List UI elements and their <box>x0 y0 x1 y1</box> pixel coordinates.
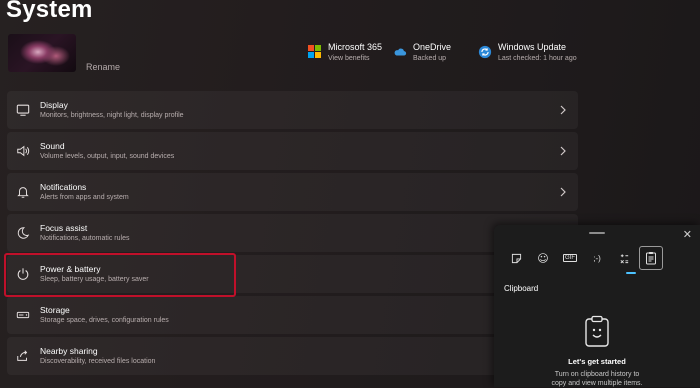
description-line: Turn on clipboard history to <box>554 371 640 378</box>
settings-item-display[interactable]: Display Monitors, brightness, night ligh… <box>7 91 578 129</box>
emoji-icon: ☺ <box>537 251 549 265</box>
settings-item-title: Storage <box>40 304 70 315</box>
tab-stickers[interactable] <box>504 246 528 270</box>
rename-link[interactable]: Rename <box>86 62 120 72</box>
windows-update-icon <box>478 45 492 59</box>
status-subtitle: Backed up <box>413 55 447 62</box>
moon-icon <box>17 227 30 239</box>
empty-state-heading: Let's get started <box>568 357 626 366</box>
settings-item-nearby-sharing[interactable]: Nearby sharing Discoverability, received… <box>7 337 578 375</box>
close-icon[interactable]: ✕ <box>683 228 692 241</box>
kaomoji-icon: ;-) <box>593 253 601 263</box>
gif-icon: GIF <box>563 254 577 262</box>
settings-item-title: Display <box>40 99 68 110</box>
status-title: OneDrive <box>413 42 452 52</box>
settings-item-description: Alerts from apps and system <box>40 193 129 201</box>
display-icon <box>16 104 30 116</box>
tab-gif[interactable]: GIF <box>558 246 582 270</box>
settings-item-description: Discoverability, received files location <box>40 357 156 365</box>
chevron-right-icon <box>560 105 566 115</box>
symbols-icon <box>620 253 628 263</box>
clipboard-icon <box>646 252 656 265</box>
microsoft-365-icon <box>308 45 322 59</box>
settings-item-title: Notifications <box>40 181 87 192</box>
panel-tab-bar: ☺ GIF ;-) <box>504 246 666 270</box>
chevron-right-icon <box>560 146 566 156</box>
status-onedrive[interactable]: OneDrive Backed up <box>393 42 451 65</box>
settings-item-sound[interactable]: Sound Volume levels, output, input, soun… <box>7 132 578 170</box>
status-title: Windows Update <box>498 42 567 52</box>
tab-symbols[interactable] <box>612 246 636 270</box>
tab-kaomoji[interactable]: ;-) <box>585 246 609 270</box>
bell-icon <box>17 187 29 198</box>
settings-item-title: Sound <box>40 140 65 151</box>
page-title: System <box>6 0 93 23</box>
empty-state-description: Turn on clipboard history to copy and vi… <box>494 370 700 388</box>
settings-item-storage[interactable]: Storage Storage space, drives, configura… <box>7 296 578 334</box>
drag-handle[interactable] <box>589 232 605 234</box>
storage-drive-icon <box>16 311 30 319</box>
settings-list: Display Monitors, brightness, night ligh… <box>7 91 578 378</box>
settings-item-description: Storage space, drives, configuration rul… <box>40 316 169 324</box>
tab-clipboard[interactable] <box>639 246 663 270</box>
settings-item-focus-assist[interactable]: Focus assist Notifications, automatic ru… <box>7 214 578 252</box>
settings-item-description: Monitors, brightness, night light, displ… <box>40 111 184 119</box>
power-battery-highlight <box>4 253 236 297</box>
settings-item-description: Volume levels, output, input, sound devi… <box>40 152 175 160</box>
sticker-icon <box>511 253 521 263</box>
onedrive-cloud-icon <box>394 48 407 56</box>
status-microsoft-365[interactable]: Microsoft 365 View benefits <box>308 42 382 65</box>
clipboard-panel: ✕ ☺ GIF ;-) Clipboard Let's get started … <box>494 225 700 387</box>
share-icon <box>17 350 28 361</box>
settings-item-description: Notifications, automatic rules <box>40 234 130 242</box>
device-wallpaper-thumbnail <box>8 34 76 72</box>
chevron-right-icon <box>560 187 566 197</box>
tab-emoji[interactable]: ☺ <box>531 246 555 270</box>
status-windows-update[interactable]: Windows Update Last checked: 1 hour ago <box>478 42 577 65</box>
speaker-icon <box>17 145 30 157</box>
status-subtitle: View benefits <box>328 55 370 62</box>
active-tab-indicator <box>626 272 636 274</box>
settings-item-notifications[interactable]: Notifications Alerts from apps and syste… <box>7 173 578 211</box>
section-title: Clipboard <box>504 284 539 293</box>
status-title: Microsoft 365 <box>328 42 383 52</box>
settings-item-title: Nearby sharing <box>40 345 98 356</box>
status-subtitle: Last checked: 1 hour ago <box>498 55 577 62</box>
clipboard-smile-icon <box>585 315 609 347</box>
settings-item-title: Focus assist <box>40 222 88 233</box>
